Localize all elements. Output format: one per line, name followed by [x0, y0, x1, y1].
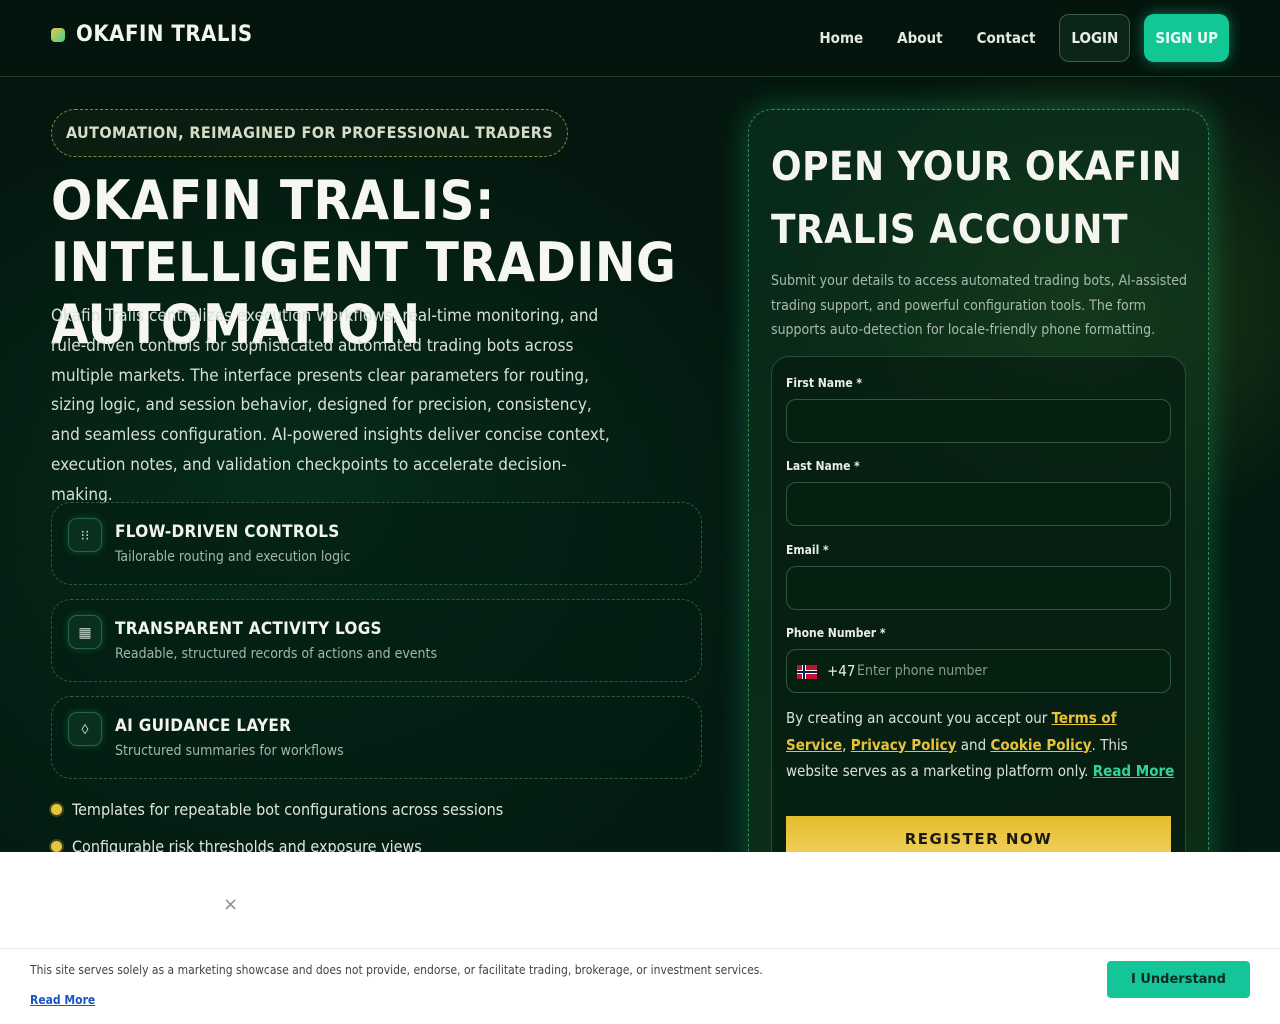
feature-title: TRANSPARENT ACTIVITY LOGS: [115, 619, 382, 639]
registration-card: OPEN YOUR OKAFIN TRALIS ACCOUNT Submit y…: [748, 109, 1209, 889]
registration-form: First Name * Last Name * Email * Phone N…: [771, 356, 1186, 876]
main-nav: Home About Contact LOGIN SIGN UP: [819, 14, 1229, 62]
phone-label: Phone Number *: [786, 626, 886, 640]
email-input[interactable]: [786, 566, 1171, 610]
consent-comma: ,: [842, 735, 847, 754]
consent-prefix: By creating an account you accept our: [786, 709, 1052, 727]
signup-button[interactable]: SIGN UP: [1144, 14, 1229, 62]
flow-icon: ⁝⁝: [68, 518, 102, 552]
tagline-pill: AUTOMATION, REIMAGINED FOR PROFESSIONAL …: [51, 109, 569, 157]
email-label: Email *: [786, 543, 829, 557]
log-icon: ▦: [68, 615, 102, 649]
last-name-input[interactable]: [786, 482, 1171, 526]
banner-read-more-link[interactable]: Read More: [30, 993, 95, 1007]
phone-input[interactable]: [857, 651, 1157, 691]
nav-home[interactable]: Home: [819, 14, 863, 62]
feature-title: AI GUIDANCE LAYER: [115, 716, 292, 736]
login-button[interactable]: LOGIN: [1059, 14, 1131, 62]
feature-subtitle: Structured summaries for workflows: [115, 743, 344, 759]
bullet-dot-icon: [51, 841, 62, 852]
first-name-label: First Name *: [786, 376, 863, 390]
feature-title: FLOW-DRIVEN CONTROLS: [115, 522, 340, 542]
logo-icon: [51, 27, 65, 42]
bullet-item: Templates for repeatable bot configurati…: [51, 800, 503, 819]
nav-contact[interactable]: Contact: [977, 14, 1036, 62]
feature-card-flow: ⁝⁝ FLOW-DRIVEN CONTROLS Tailorable routi…: [51, 502, 702, 585]
privacy-link[interactable]: Privacy Policy: [851, 736, 957, 754]
understand-button[interactable]: I Understand: [1107, 961, 1250, 998]
brand-logo[interactable]: OKAFIN TRALIS: [51, 22, 253, 47]
read-more-link[interactable]: Read More: [1093, 762, 1175, 780]
form-title: OPEN YOUR OKAFIN TRALIS ACCOUNT: [771, 144, 1183, 253]
disclaimer-banner: × This site serves solely as a marketing…: [0, 852, 1280, 1024]
consent-and: and: [956, 735, 991, 754]
top-header: OKAFIN TRALIS Home About Contact LOGIN S…: [0, 0, 1280, 77]
norway-flag-icon[interactable]: [797, 665, 817, 679]
brand-name: OKAFIN TRALIS: [76, 22, 253, 47]
phone-field: +47: [786, 649, 1171, 693]
last-name-label: Last Name *: [786, 459, 860, 473]
first-name-input[interactable]: [786, 399, 1171, 443]
feature-card-logs: ▦ TRANSPARENT ACTIVITY LOGS Readable, st…: [51, 599, 702, 682]
diamond-icon: ◊: [68, 712, 102, 746]
banner-divider: [0, 948, 1280, 949]
feature-subtitle: Tailorable routing and execution logic: [115, 549, 351, 565]
close-icon[interactable]: ×: [223, 894, 238, 915]
hero-description: Okafin Tralis centralizes execution work…: [51, 306, 610, 505]
bullet-dot-icon: [51, 804, 62, 815]
banner-text: This site serves solely as a marketing s…: [30, 963, 763, 977]
feature-card-ai: ◊ AI GUIDANCE LAYER Structured summaries…: [51, 696, 702, 779]
dial-code: +47: [827, 662, 856, 680]
bullet-text: Templates for repeatable bot configurati…: [72, 800, 504, 819]
feature-subtitle: Readable, structured records of actions …: [115, 646, 438, 662]
form-description: Submit your details to access automated …: [771, 273, 1188, 338]
cookie-policy-link[interactable]: Cookie Policy: [990, 736, 1091, 754]
consent-text: By creating an account you accept our Te…: [786, 705, 1176, 785]
nav-about[interactable]: About: [897, 14, 942, 62]
